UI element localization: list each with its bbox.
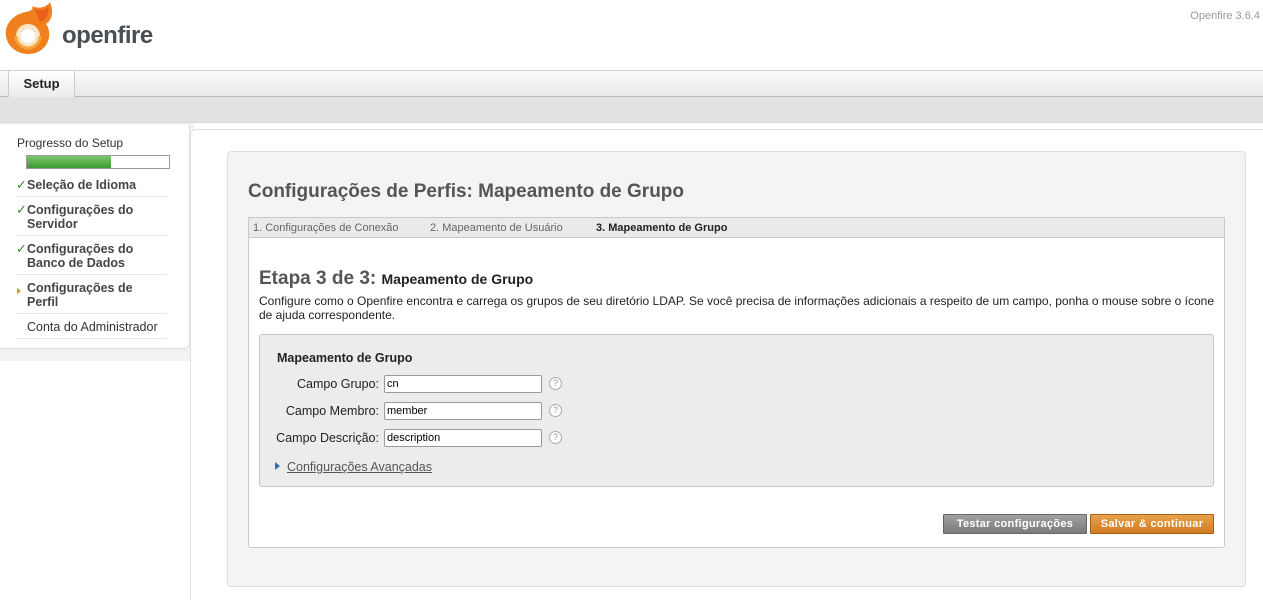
checkmark-icon: ✓ — [16, 241, 27, 256]
sub-nav-bar — [0, 97, 1263, 123]
step-label: Configurações do Servidor — [27, 203, 134, 231]
setup-progress-bar — [26, 155, 170, 169]
group-mapping-section: Mapeamento de Grupo Campo Grupo: ? Campo… — [259, 334, 1214, 487]
section-title: Mapeamento de Grupo — [277, 351, 413, 365]
current-step-arrow-icon — [17, 288, 21, 294]
logo-text: openfire — [62, 22, 153, 49]
save-continue-button[interactable]: Salvar & continuar — [1090, 514, 1214, 534]
step-label: Configurações de Perfil — [27, 281, 133, 309]
step-number: Etapa 3 de 3: — [259, 268, 377, 289]
help-icon[interactable]: ? — [549, 404, 562, 417]
openfire-logo: openfire — [4, 2, 164, 56]
field-label: Campo Membro: — [285, 404, 379, 418]
version-label: Openfire 3.6.4 — [1190, 10, 1260, 22]
field-label: Campo Descrição: — [276, 431, 379, 445]
page-title: Configurações de Perfis: Mapeamento de G… — [248, 181, 685, 202]
sidebar: Progresso do Setup ✓ Seleção de Idioma ✓… — [0, 123, 194, 361]
description-field-input[interactable] — [384, 429, 542, 447]
member-field-row: Campo Membro: ? — [260, 402, 660, 422]
sidebar-step-server[interactable]: ✓ Configurações do Servidor — [16, 197, 167, 236]
settings-box: 1. Configurações de Conexão 2. Mapeament… — [248, 217, 1225, 548]
expand-triangle-icon — [275, 462, 280, 470]
progress-fill — [27, 156, 111, 168]
advanced-settings-toggle[interactable]: Configurações Avançadas — [275, 460, 432, 474]
step-description: Configure como o Openfire encontra e car… — [259, 294, 1214, 322]
checkmark-icon: ✓ — [16, 202, 27, 217]
sidebar-step-database[interactable]: ✓ Configurações do Banco de Dados — [16, 236, 167, 275]
tab-connection-settings[interactable]: 1. Configurações de Conexão — [253, 222, 399, 234]
field-label: Campo Grupo: — [297, 377, 379, 391]
group-field-row: Campo Grupo: ? — [260, 375, 660, 395]
progress-title: Progresso do Setup — [17, 136, 124, 150]
sidebar-step-language[interactable]: ✓ Seleção de Idioma — [16, 172, 167, 197]
checkmark-icon: ✓ — [16, 177, 27, 192]
member-field-input[interactable] — [384, 402, 542, 420]
step-label: Seleção de Idioma — [27, 178, 137, 192]
test-settings-button[interactable]: Testar configurações — [943, 514, 1087, 534]
flame-icon — [5, 2, 53, 55]
setup-step-list: ✓ Seleção de Idioma ✓ Configurações do S… — [16, 172, 167, 339]
header: openfire Openfire 3.6.4 — [0, 0, 1263, 70]
help-icon[interactable]: ? — [549, 377, 562, 390]
step-tabs: 1. Configurações de Conexão 2. Mapeament… — [249, 218, 1224, 238]
step-subheading: Mapeamento de Grupo — [381, 271, 534, 287]
group-field-input[interactable] — [384, 375, 542, 393]
tab-group-mapping[interactable]: 3. Mapeamento de Grupo — [596, 222, 727, 234]
step-label: Conta do Administrador — [27, 320, 158, 334]
main-nav: Setup — [0, 70, 1263, 97]
sidebar-panel: Progresso do Setup ✓ Seleção de Idioma ✓… — [0, 125, 190, 349]
description-field-row: Campo Descrição: ? — [260, 429, 660, 449]
sidebar-step-admin: Conta do Administrador — [16, 314, 167, 339]
tab-setup[interactable]: Setup — [8, 71, 75, 97]
help-icon[interactable]: ? — [549, 431, 562, 444]
advanced-settings-link[interactable]: Configurações Avançadas — [287, 460, 432, 474]
sidebar-step-profile[interactable]: Configurações de Perfil — [16, 275, 167, 314]
step-label: Configurações do Banco de Dados — [27, 242, 134, 270]
tab-user-mapping[interactable]: 2. Mapeamento de Usuário — [430, 222, 563, 234]
step-heading: Etapa 3 de 3: Mapeamento de Grupo — [259, 268, 533, 290]
